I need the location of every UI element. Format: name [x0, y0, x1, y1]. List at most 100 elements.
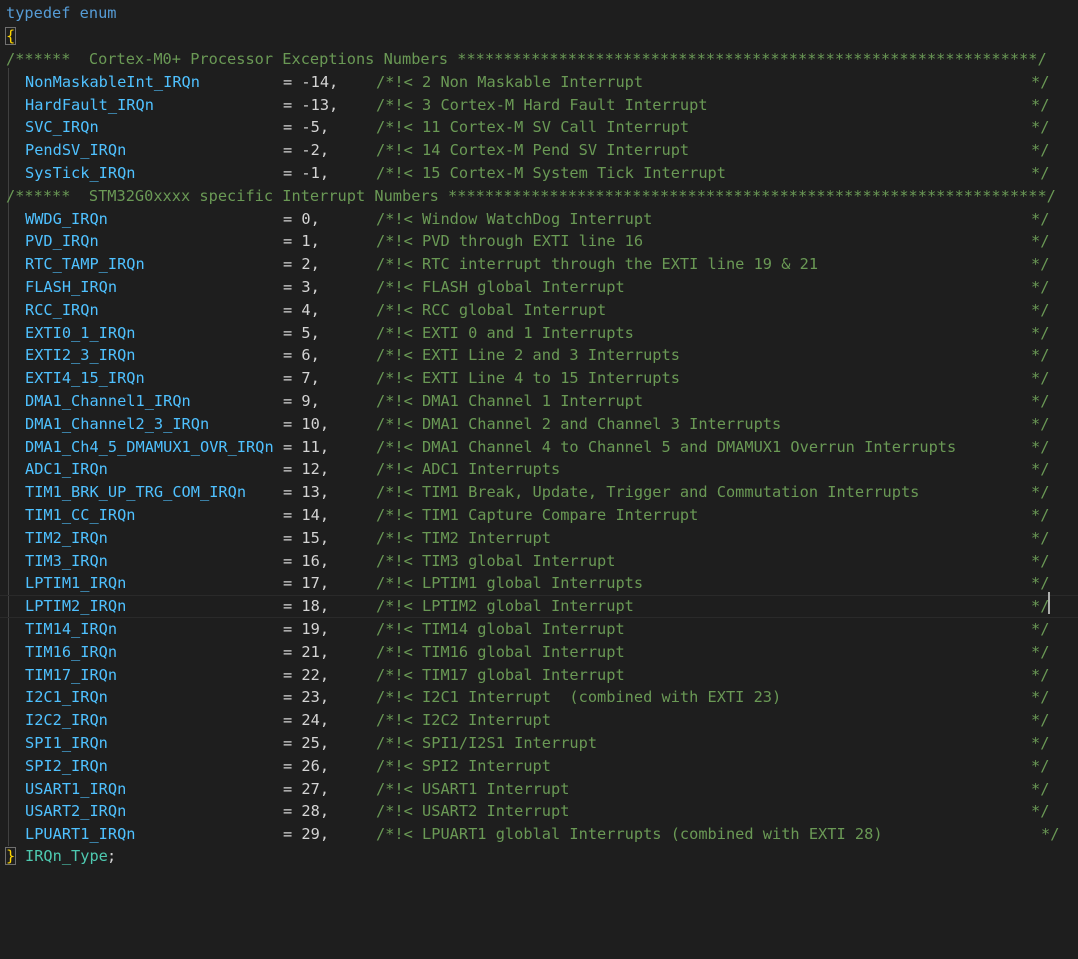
section-comment: /****** STM32G0xxxx specific Interrupt N…: [6, 186, 1056, 205]
enum-line[interactable]: SPI1_IRQn = 25, /*!< SPI1/I2S1 Interrupt */: [0, 732, 1078, 755]
section-comment-line[interactable]: /****** Cortex-M0+ Processor Exceptions …: [0, 48, 1078, 71]
enum-line[interactable]: I2C2_IRQn = 24, /*!< I2C2 Interrupt */: [0, 709, 1078, 732]
enum-member-value: = 13,: [283, 483, 330, 502]
enum-member-comment: /*!< TIM14 global Interrupt: [376, 620, 625, 638]
enum-line[interactable]: ADC1_IRQn = 12, /*!< ADC1 Interrupts */: [0, 458, 1078, 481]
enum-line[interactable]: I2C1_IRQn = 23, /*!< I2C1 Interrupt (combi…: [0, 686, 1078, 709]
enum-member-value: = 2,: [283, 255, 320, 274]
enum-member-comment: /*!< LPTIM1 global Interrupts: [376, 574, 644, 593]
comment-end: */: [1031, 278, 1050, 296]
comment-end: */: [1031, 802, 1050, 821]
enum-member-comment: /*!< USART1 Interrupt: [376, 779, 570, 798]
enum-member-comment: /*!< TIM16 global Interrupt: [376, 642, 625, 661]
enum-member-name: I2C1_IRQn: [25, 688, 108, 707]
enum-line[interactable]: FLASH_IRQn = 3, /*!< FLASH global Interrup…: [0, 276, 1078, 299]
enum-member-value: = 9,: [283, 392, 320, 410]
enum-member-value: = -5,: [283, 118, 330, 137]
code-editor[interactable]: typedef enum { /****** Cortex-M0+ Proces…: [0, 0, 1078, 878]
enum-member-value: = 6,: [283, 346, 320, 365]
typedef-keyword: typedef enum: [6, 4, 117, 22]
enum-line[interactable]: DMA1_Channel2_3_IRQn = 10, /*!< DMA1 Chann…: [0, 413, 1078, 436]
enum-line[interactable]: PVD_IRQn = 1, /*!< PVD through EXTI line 1…: [0, 230, 1078, 253]
close-brace-char: }: [4, 847, 17, 865]
enum-line[interactable]: WWDG_IRQn = 0, /*!< Window WatchDog Interr…: [0, 208, 1078, 231]
enum-member-comment: /*!< TIM2 Interrupt: [376, 528, 551, 547]
enum-member-value: = 12,: [283, 460, 330, 479]
close-brace: }: [4, 845, 17, 868]
comment-end: */: [1031, 665, 1050, 684]
enum-line[interactable]: HardFault_IRQn = -13, /*!< 3 Cortex-M Hard…: [0, 94, 1078, 117]
enum-member-name: I2C2_IRQn: [25, 711, 108, 730]
enum-line[interactable]: PendSV_IRQn = -2, /*!< 14 Cortex-M Pend SV…: [0, 139, 1078, 162]
enum-member-value: = 5,: [283, 323, 320, 342]
enum-member-value: = 16,: [283, 551, 330, 570]
enum-line[interactable]: TIM1_CC_IRQn = 14, /*!< TIM1 Capture Compa…: [0, 504, 1078, 527]
enum-member-value: = 11,: [283, 437, 330, 456]
enum-member-comment: /*!< 14 Cortex-M Pend SV Interrupt: [376, 141, 690, 160]
enum-member-name: HardFault_IRQn: [25, 95, 154, 114]
enum-line[interactable]: TIM3_IRQn = 16, /*!< TIM3 global Interrupt…: [0, 550, 1078, 573]
semicolon: ;: [107, 847, 117, 865]
open-brace: {: [4, 25, 17, 48]
enum-member-comment: /*!< 2 Non Maskable Interrupt: [376, 72, 644, 91]
enum-line[interactable]: TIM2_IRQn = 15, /*!< TIM2 Interrupt */: [0, 527, 1078, 550]
section-comment-line[interactable]: /****** STM32G0xxxx specific Interrupt N…: [0, 185, 1078, 208]
line-typedef-enum[interactable]: typedef enum: [0, 2, 1078, 25]
text-cursor: [1048, 592, 1050, 614]
enum-member-name: PendSV_IRQn: [25, 141, 127, 160]
enum-member-comment: /*!< DMA1 Channel 1 Interrupt: [376, 392, 644, 410]
enum-member-comment: /*!< Window WatchDog Interrupt: [376, 209, 653, 228]
comment-end: */: [1031, 118, 1050, 137]
enum-line[interactable]: NonMaskableInt_IRQn = -14, /*!< 2 Non Mask…: [0, 71, 1078, 94]
enum-member-name: DMA1_Ch4_5_DMAMUX1_OVR_IRQn: [25, 437, 274, 456]
enum-line[interactable]: RTC_TAMP_IRQn = 2, /*!< RTC interrupt thro…: [0, 253, 1078, 276]
comment-end: */: [1031, 620, 1050, 638]
enum-line[interactable]: LPTIM1_IRQn = 17, /*!< LPTIM1 global Inter…: [0, 572, 1078, 595]
comment-end: */: [1031, 232, 1050, 251]
comment-end: */: [1031, 323, 1050, 342]
enum-line[interactable]: SVC_IRQn = -5, /*!< 11 Cortex-M SV Call In…: [0, 116, 1078, 139]
line-open-brace[interactable]: {: [0, 25, 1078, 48]
comment-end: */: [1031, 255, 1050, 274]
comment-end: */: [1031, 756, 1050, 775]
enum-line[interactable]: SysTick_IRQn = -1, /*!< 15 Cortex-M System…: [0, 162, 1078, 185]
enum-line[interactable]: TIM16_IRQn = 21, /*!< TIM16 global Interru…: [0, 641, 1078, 664]
enum-line[interactable]: DMA1_Channel1_IRQn = 9, /*!< DMA1 Channel …: [0, 390, 1078, 413]
enum-member-value: = 17,: [283, 574, 330, 593]
enum-member-name: TIM3_IRQn: [25, 551, 108, 570]
comment-end: */: [1031, 460, 1050, 479]
enum-member-name: LPUART1_IRQn: [25, 825, 136, 844]
enum-member-value: = 18,: [283, 597, 330, 616]
comment-end: */: [1031, 300, 1050, 319]
line-closing[interactable]: } IRQn_Type ;: [0, 845, 1078, 868]
enum-member-value: = 1,: [283, 232, 320, 251]
enum-member-comment: /*!< LPTIM2 global Interrupt: [376, 597, 634, 616]
enum-line[interactable]: SPI2_IRQn = 26, /*!< SPI2 Interrupt */: [0, 755, 1078, 778]
enum-line[interactable]: EXTI0_1_IRQn = 5, /*!< EXTI 0 and 1 Interr…: [0, 322, 1078, 345]
enum-line[interactable]: LPUART1_IRQn = 29, /*!< LPUART1 globlal In…: [0, 823, 1078, 846]
enum-line[interactable]: USART2_IRQn = 28, /*!< USART2 Interrupt */: [0, 800, 1078, 823]
enum-line[interactable]: RCC_IRQn = 4, /*!< RCC global Interrupt */: [0, 299, 1078, 322]
enum-line[interactable]: EXTI4_15_IRQn = 7, /*!< EXTI Line 4 to 15 …: [0, 367, 1078, 390]
comment-end: */: [1031, 483, 1050, 502]
comment-end: */: [1031, 734, 1050, 752]
enum-member-value: = 22,: [283, 665, 330, 684]
enum-line[interactable]: USART1_IRQn = 27, /*!< USART1 Interrupt */: [0, 778, 1078, 801]
enum-member-value: = -1,: [283, 164, 330, 182]
enum-member-name: RTC_TAMP_IRQn: [25, 255, 145, 274]
enum-member-name: SVC_IRQn: [25, 118, 99, 137]
enum-member-name: DMA1_Channel2_3_IRQn: [25, 414, 210, 433]
enum-line[interactable]: EXTI2_3_IRQn = 6, /*!< EXTI Line 2 and 3 I…: [0, 344, 1078, 367]
enum-line[interactable]: TIM14_IRQn = 19, /*!< TIM14 global Interru…: [0, 618, 1078, 641]
enum-line[interactable]: DMA1_Ch4_5_DMAMUX1_OVR_IRQn = 11, /*!< DMA…: [0, 436, 1078, 459]
enum-member-value: = 10,: [283, 414, 330, 433]
comment-end: */: [1031, 72, 1050, 91]
comment-end: */: [1031, 369, 1050, 388]
enum-member-name: EXTI0_1_IRQn: [25, 323, 136, 342]
enum-line[interactable]: TIM17_IRQn = 22, /*!< TIM17 global Interru…: [0, 664, 1078, 687]
enum-member-comment: /*!< EXTI 0 and 1 Interrupts: [376, 323, 634, 342]
enum-member-name: USART1_IRQn: [25, 779, 127, 798]
enum-line[interactable]: TIM1_BRK_UP_TRG_COM_IRQn = 13, /*!< TIM1 B…: [0, 481, 1078, 504]
enum-line[interactable]: LPTIM2_IRQn = 18, /*!< LPTIM2 global Inter…: [0, 595, 1078, 618]
enum-member-name: TIM17_IRQn: [25, 665, 118, 684]
